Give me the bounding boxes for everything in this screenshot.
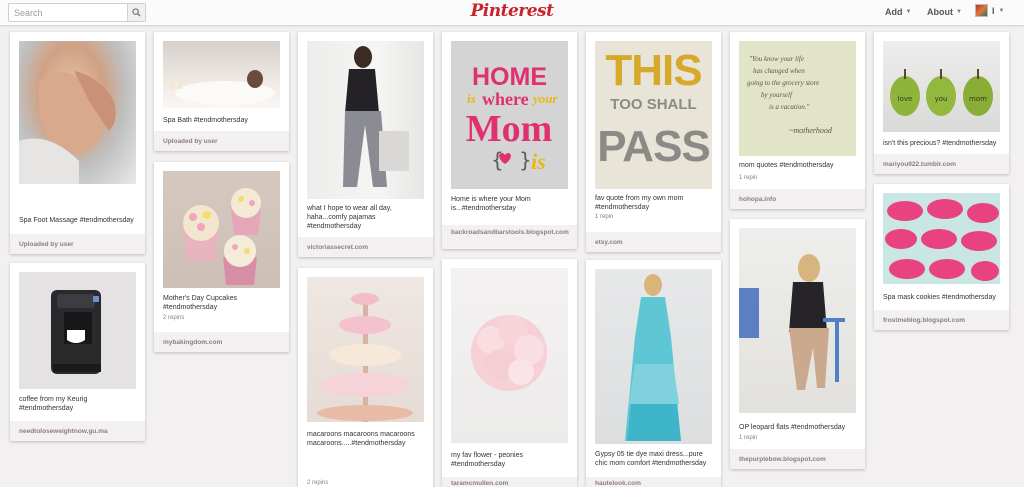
pin-description: my fav flower - peonies #tendmothersday (451, 452, 523, 468)
pin-description: coffee from my Keurig #tendmothersday (19, 396, 88, 412)
about-menu[interactable]: About ▼ (927, 7, 962, 17)
pin-card[interactable]: coffee from my Keurig #tendmothersday ne… (10, 263, 145, 441)
pin-image[interactable] (19, 272, 136, 389)
user-menu[interactable]: I ▼ (975, 4, 1004, 17)
pin-card[interactable]: Spa mask cookies #tendmothersday frostme… (874, 184, 1009, 330)
pin-image[interactable] (163, 171, 280, 288)
svg-text:}: } (519, 148, 532, 172)
search-input[interactable] (9, 4, 127, 21)
svg-text:where: where (482, 89, 529, 109)
search-icon (132, 8, 141, 17)
pin-source[interactable]: mybakingdom.com (154, 332, 289, 352)
pin-card[interactable]: Spa Foot Massage #tendmothersday Uploade… (10, 32, 145, 254)
about-menu-label: About (927, 7, 953, 17)
pinterest-logo[interactable]: Pinterest (470, 1, 554, 21)
chevron-down-icon: ▼ (956, 9, 962, 15)
pin-image[interactable] (883, 193, 1000, 284)
pin-source[interactable]: taramcmullen.com (442, 477, 577, 487)
pin-description: Spa Foot Massage #tendmothersday (19, 217, 134, 224)
svg-text:~motherhood: ~motherhood (789, 126, 833, 135)
pin-card[interactable]: Mother's Day Cupcakes #tendmothersday 2 … (154, 162, 289, 352)
pin-card[interactable]: macaroons macaroons macaroons macaroons.… (298, 268, 433, 487)
pin-image[interactable]: HOME is where your Mom { } is (451, 41, 568, 189)
pin-image[interactable]: love you mom (883, 41, 1000, 132)
pin-description: Mother's Day Cupcakes #tendmothersday (163, 295, 238, 311)
pin-image[interactable] (163, 41, 280, 108)
svg-text:TOO SHALL: TOO SHALL (610, 96, 696, 113)
image-text-quote: "You know your life (749, 55, 804, 63)
pin-description: Spa Bath #tendmothersday (163, 117, 248, 124)
pin-description: what I hope to wear all day, haha...comf… (307, 205, 392, 230)
pin-repins[interactable]: 2 repins (307, 480, 328, 486)
pin-card[interactable]: love you mom isn't this precious? #tendm… (874, 32, 1009, 174)
add-menu[interactable]: Add ▼ (885, 7, 911, 17)
svg-text:by yourself: by yourself (761, 91, 793, 99)
pin-source[interactable]: thepurplebow.blogspot.com (730, 449, 865, 469)
pin-repins[interactable]: 1 repin (739, 175, 757, 181)
pin-source[interactable]: hohopa.info (730, 189, 865, 209)
pin-image[interactable] (307, 277, 424, 422)
add-menu-label: Add (885, 7, 903, 17)
pin-source[interactable]: victoriassecret.com (298, 237, 433, 257)
pin-source[interactable]: hautelook.com (586, 477, 721, 487)
pin-card[interactable]: OP leopard flats #tendmothersday 1 repin… (730, 219, 865, 469)
svg-text:is: is (467, 91, 476, 106)
pin-card[interactable]: THIS TOO SHALL PASS fav quote from my ow… (586, 32, 721, 252)
pin-source[interactable]: etsy.com (586, 232, 721, 252)
pin-description: macaroons macaroons macaroons macaroons.… (307, 431, 415, 447)
pin-card[interactable]: HOME is where your Mom { } is Home is wh… (442, 32, 577, 249)
svg-text:you: you (935, 95, 948, 103)
pin-source[interactable]: needtoloseweightnow.gu.ma (10, 421, 145, 441)
pin-card[interactable]: my fav flower - peonies #tendmothersday … (442, 259, 577, 487)
svg-text:has changed when: has changed when (753, 67, 805, 75)
svg-text:Mom: Mom (466, 108, 553, 150)
pin-card[interactable]: Spa Bath #tendmothersday Uploaded by use… (154, 32, 289, 151)
svg-text:is: is (531, 149, 546, 174)
chevron-down-icon: ▼ (905, 9, 912, 15)
pin-repins[interactable]: 1 repin (739, 435, 757, 441)
svg-text:THIS: THIS (605, 46, 701, 95)
pin-description: fav quote from my own mom #tendmothersda… (595, 195, 684, 211)
pin-description: Home is where your Mom is...#tendmothers… (451, 196, 531, 212)
pin-repins[interactable]: 1 repin (595, 214, 613, 220)
pin-repins[interactable]: 2 repins (163, 315, 184, 321)
pin-image[interactable] (451, 268, 568, 443)
pin-image[interactable] (739, 228, 856, 413)
pin-image[interactable] (19, 41, 136, 184)
pin-image[interactable] (307, 41, 424, 199)
svg-text:is a vacation.": is a vacation." (769, 103, 810, 111)
pin-source[interactable]: Uploaded by user (154, 131, 289, 151)
user-menu-label: I (992, 5, 995, 16)
pin-card[interactable]: Gypsy 05 tie dye maxi dress...pure chic … (586, 260, 721, 487)
pin-description: OP leopard flats #tendmothersday (739, 424, 846, 431)
pin-image[interactable]: "You know your life has changed when goi… (739, 41, 856, 156)
avatar (975, 4, 988, 17)
pin-card[interactable]: "You know your life has changed when goi… (730, 32, 865, 209)
pin-card[interactable]: what I hope to wear all day, haha...comf… (298, 32, 433, 257)
pin-description: Spa mask cookies #tendmothersday (883, 294, 996, 301)
svg-text:your: your (531, 91, 559, 106)
svg-text:going to the grocery store: going to the grocery store (747, 79, 819, 87)
pin-source[interactable]: frostmeblog.blogspot.com (874, 310, 1009, 330)
svg-text:PASS: PASS (597, 122, 710, 171)
top-bar: Pinterest Add ▼ About ▼ I ▼ (0, 0, 1024, 26)
pin-source[interactable]: mariyou922.tumblr.com (874, 154, 1009, 174)
search-box (8, 3, 146, 22)
pin-image[interactable]: THIS TOO SHALL PASS (595, 41, 712, 189)
search-button[interactable] (127, 4, 145, 21)
svg-text:mom: mom (969, 95, 987, 103)
pin-description: mom quotes #tendmothersday (739, 162, 834, 169)
pin-image[interactable] (595, 269, 712, 444)
image-text-pears: love (898, 95, 913, 103)
pin-description: isn't this precious? #tendmothersday (883, 140, 997, 147)
chevron-down-icon: ▼ (998, 7, 1005, 14)
pin-source[interactable]: Uploaded by user (10, 234, 145, 254)
image-text-home: HOME (472, 63, 547, 91)
pin-description: Gypsy 05 tie dye maxi dress...pure chic … (595, 451, 707, 467)
pin-source[interactable]: backroadsandbarstools.blogspot.com (442, 225, 577, 249)
